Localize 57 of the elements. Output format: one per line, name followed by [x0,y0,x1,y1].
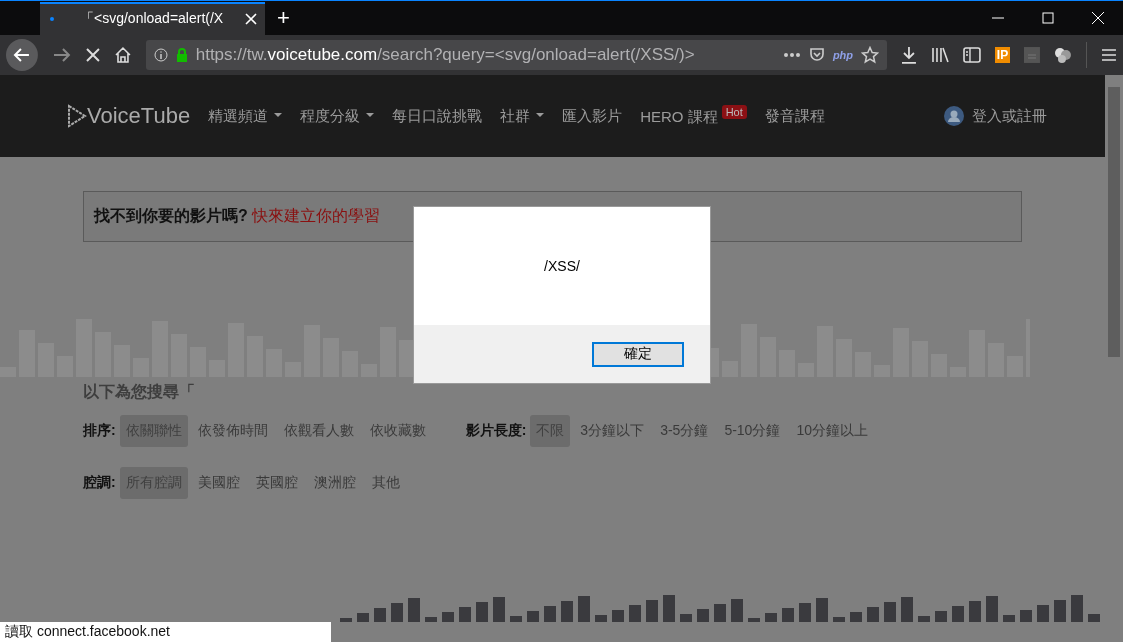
voicetube-logo[interactable]: VoiceTube [67,103,191,129]
results-heading: 以下為您搜尋「 [83,382,196,402]
back-icon[interactable] [6,39,38,71]
filter-label: 排序: [83,422,116,440]
sidebar-icon[interactable] [962,47,981,63]
status-bar: 讀取 connect.facebook.net [0,622,331,642]
filter-option[interactable]: 5-10分鐘 [718,415,787,447]
filter-option[interactable]: 其他 [365,467,406,499]
nav-item[interactable]: 每日口說挑戰 [392,106,483,126]
home-icon[interactable] [113,46,132,64]
filter-option[interactable]: 3分鐘以下 [574,415,651,447]
filter-option[interactable]: 美國腔 [191,467,246,499]
maximize-icon[interactable] [1041,11,1055,25]
filter-label: 腔調: [83,474,116,492]
ip-badge[interactable]: IP [994,47,1011,63]
close-icon[interactable] [1091,11,1105,25]
hot-badge: Hot [721,104,747,119]
nav-item[interactable]: HERO 課程 $^{Hot}$ [640,105,747,127]
play-icon [67,104,87,128]
ok-button[interactable]: 確定 [592,341,684,367]
star-icon[interactable] [861,46,880,64]
nav-item[interactable]: 匯入影片 [562,106,623,126]
tab-title: 「<svg/onload=alert(/X [80,10,225,28]
download-icon[interactable] [901,46,917,64]
pocket-icon[interactable] [808,47,825,63]
lock-icon [175,48,188,62]
extension-icon[interactable] [1054,47,1073,63]
new-tab-button[interactable]: + [265,5,302,31]
menu-icon[interactable] [1101,48,1117,62]
address-bar[interactable]: https://tw.voicetube.com/search?query=<svg/onload=alert(/XSS/)> php [145,40,888,70]
nav-item[interactable]: 精選頻道 [208,106,283,126]
info-icon[interactable] [153,48,168,62]
login-link[interactable]: 登入或註冊 [972,106,1047,126]
banner-text: 找不到你要的影片嗎? 快來建立你的學習 [94,206,381,226]
scrollbar[interactable] [1105,75,1123,642]
filter-label: 影片長度: [465,422,527,440]
forward-icon[interactable] [51,47,72,63]
stop-icon[interactable] [85,48,100,62]
browser-tab[interactable]: 「<svg/onload=alert(/X [40,1,265,35]
url-text[interactable]: https://tw.voicetube.com/search?query=<svg/onload=alert(/XSS/)> [195,45,695,65]
filter-option[interactable]: 3-5分鐘 [654,415,715,447]
filter-option[interactable]: 依發佈時間 [191,415,274,447]
loading-icon [50,17,54,21]
create-link[interactable]: 快來建立你的學習 [252,207,381,224]
nav-item[interactable]: 發音課程 [764,106,825,126]
filter-option[interactable]: 依觀看人數 [277,415,360,447]
nav-item[interactable]: 程度分級 [300,106,375,126]
filter-option[interactable]: 澳洲腔 [307,467,362,499]
filter-option[interactable]: 英國腔 [249,467,304,499]
nav-item[interactable]: 社群 [500,106,545,126]
alert-message: /XSS/ [543,257,581,276]
close-icon[interactable] [245,13,257,25]
php-badge[interactable]: php [832,49,854,61]
filter-option[interactable]: 依收藏數 [363,415,432,447]
library-icon[interactable] [931,47,949,63]
more-icon[interactable] [782,52,801,58]
user-avatar-icon[interactable] [944,106,964,126]
